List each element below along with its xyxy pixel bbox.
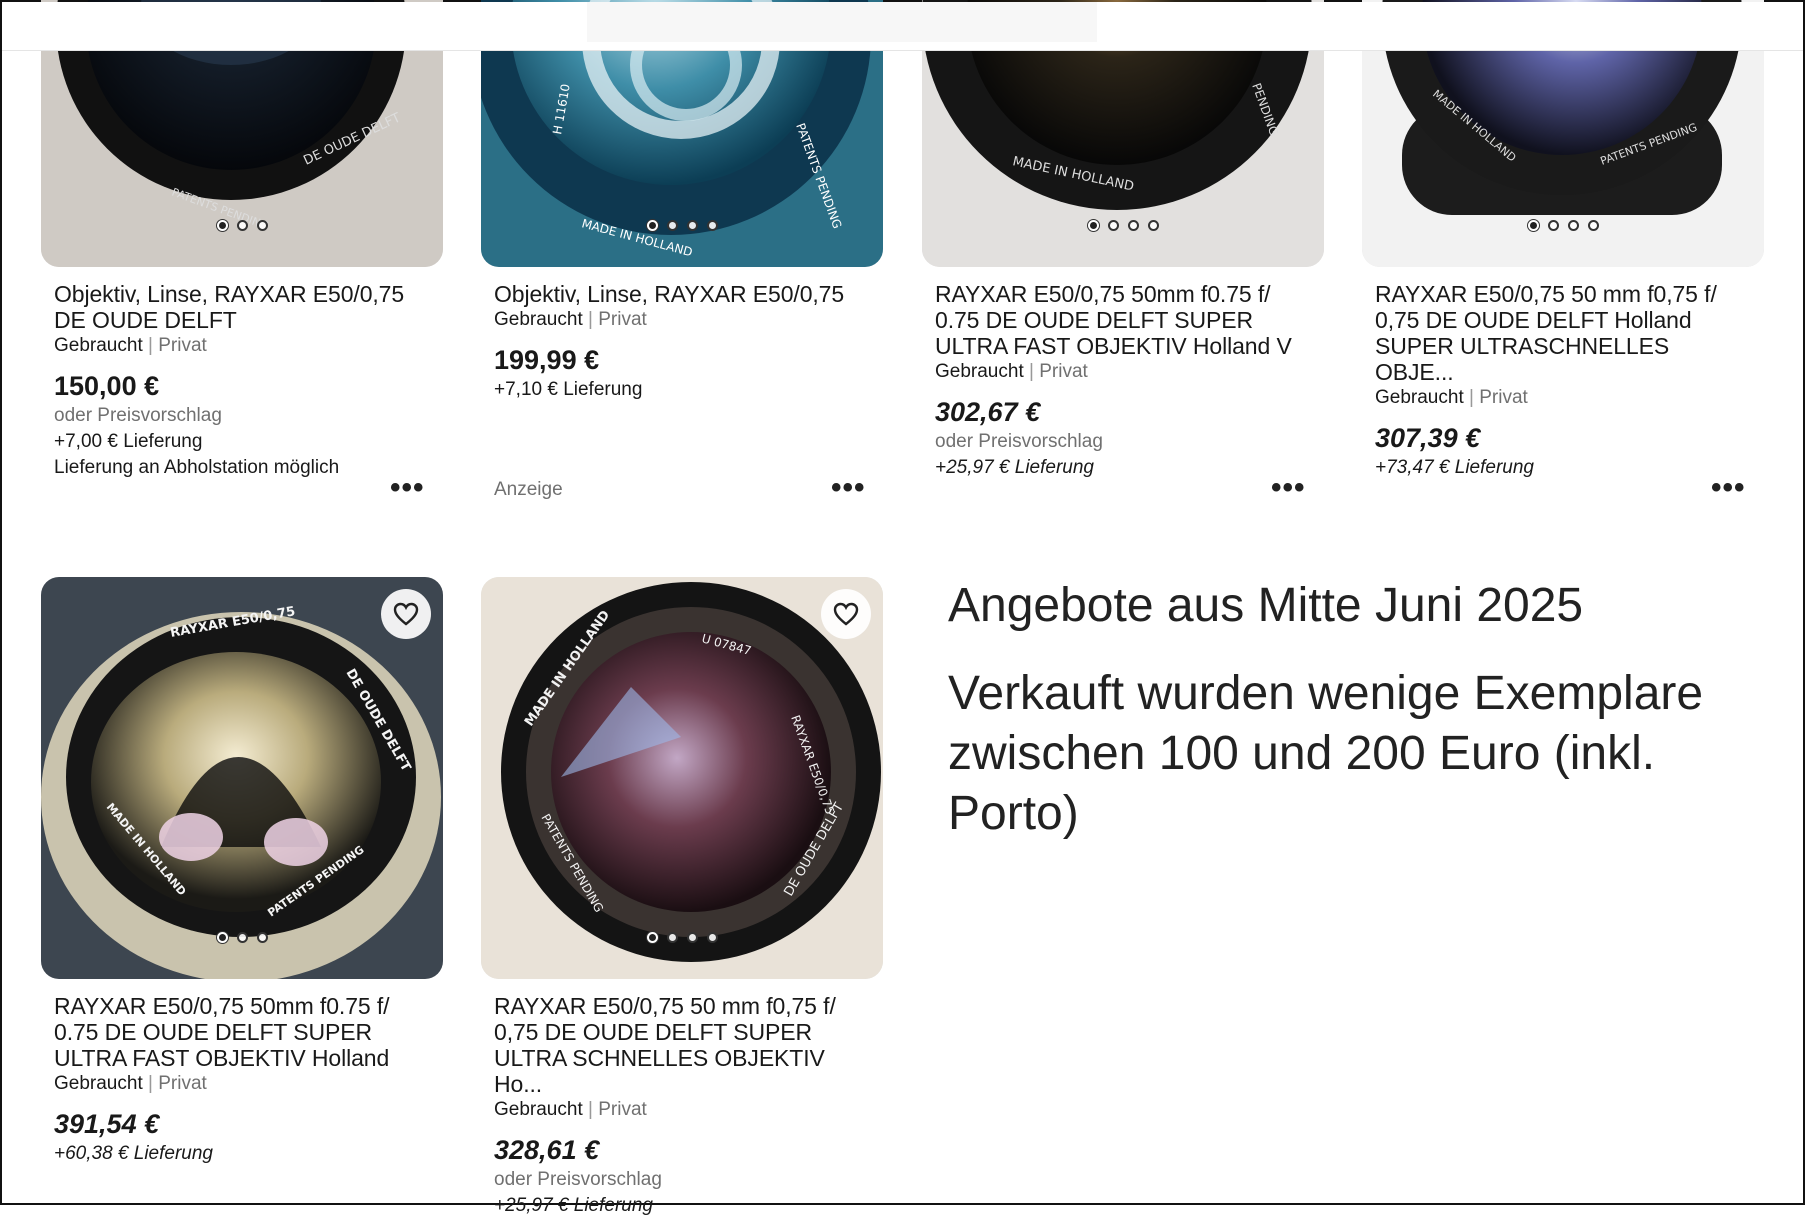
- lens-photo: RAYXAR E50/0,75 DE OUDE DELFT MADE IN HO…: [41, 577, 443, 979]
- shipping-text: +7,10 € Lieferung: [494, 379, 643, 400]
- more-options-icon[interactable]: •••: [831, 471, 866, 505]
- listing-card[interactable]: H 11610 PATENTS PENDING MADE IN HOLLAND …: [481, 0, 883, 403]
- listing-price: 199,99 €: [494, 345, 600, 375]
- search-bar-ghost: [587, 2, 1097, 42]
- listing-condition: Gebraucht | Privat: [935, 361, 1088, 382]
- lens-photo: MADE IN HOLLAND U 07847 RAYXAR E50/0,75 …: [481, 577, 883, 979]
- listing-title[interactable]: Objektiv, Linse, RAYXAR E50/0,75 DE OUDE…: [41, 281, 443, 333]
- carousel-dot[interactable]: [216, 932, 228, 943]
- listing-condition: Gebraucht | Privat: [54, 1073, 207, 1094]
- listing-title[interactable]: RAYXAR E50/0,75 50mm f0.75 f/ 0.75 DE OU…: [41, 993, 443, 1071]
- carousel-dot[interactable]: [236, 220, 248, 231]
- heart-icon: [393, 602, 419, 626]
- heart-icon: [833, 602, 859, 626]
- carousel-dot[interactable]: [256, 932, 268, 943]
- listing-title[interactable]: RAYXAR E50/0,75 50mm f0.75 f/ 0.75 DE OU…: [922, 281, 1324, 359]
- shipping-text: +73,47 € Lieferung: [1375, 457, 1534, 478]
- carousel-dot[interactable]: [1107, 220, 1119, 231]
- more-options-icon[interactable]: •••: [1711, 471, 1746, 505]
- carousel-dot[interactable]: [686, 932, 698, 943]
- carousel-dot[interactable]: [1147, 220, 1159, 231]
- image-carousel-dots[interactable]: [41, 932, 443, 943]
- carousel-dot[interactable]: [1127, 220, 1139, 231]
- carousel-dot[interactable]: [706, 220, 718, 231]
- carousel-dot[interactable]: [236, 932, 248, 943]
- listing-title[interactable]: RAYXAR E50/0,75 50 mm f0,75 f/ 0,75 DE O…: [481, 993, 883, 1097]
- listing-card[interactable]: MADE IN HOLLAND PATENTS PENDING RAYXAR E…: [1362, 0, 1764, 481]
- watch-heart-button[interactable]: [381, 589, 431, 639]
- carousel-dot[interactable]: [1527, 220, 1539, 231]
- listing-condition: Gebraucht | Privat: [54, 335, 207, 356]
- image-carousel-dots[interactable]: [481, 932, 883, 943]
- shipping-text: +25,97 € Lieferung: [494, 1195, 653, 1216]
- image-carousel-dots[interactable]: [41, 220, 443, 231]
- carousel-dot[interactable]: [666, 932, 678, 943]
- offer-text: oder Preisvorschlag: [494, 1169, 662, 1190]
- image-carousel-dots[interactable]: [481, 220, 883, 231]
- carousel-dot[interactable]: [646, 932, 658, 943]
- listing-image[interactable]: MADE IN HOLLAND U 07847 RAYXAR E50/0,75 …: [481, 577, 883, 979]
- listing-price: 328,61 €: [494, 1135, 600, 1165]
- listing-price: 391,54 €: [54, 1109, 160, 1139]
- more-options-icon[interactable]: •••: [390, 471, 425, 505]
- listing-card[interactable]: DE OUDE DELFT PATENTS PENDING Objektiv, …: [41, 0, 443, 481]
- carousel-dot[interactable]: [256, 220, 268, 231]
- shipping-text: +7,00 € Lieferung: [54, 431, 203, 452]
- carousel-dot[interactable]: [1567, 220, 1579, 231]
- carousel-dot[interactable]: [686, 220, 698, 231]
- carousel-dot[interactable]: [1087, 220, 1099, 231]
- carousel-dot[interactable]: [216, 220, 228, 231]
- listing-title[interactable]: RAYXAR E50/0,75 50 mm f0,75 f/ 0,75 DE O…: [1362, 281, 1764, 385]
- listing-price: 307,39 €: [1375, 423, 1481, 453]
- listing-card[interactable]: RAYXAR E50/0,75 DE OUDE DELFT MADE IN HO…: [41, 577, 443, 1167]
- listing-title[interactable]: Objektiv, Linse, RAYXAR E50/0,75: [481, 281, 883, 307]
- pickup-text: Lieferung an Abholstation möglich: [54, 457, 340, 478]
- ad-label: Anzeige: [494, 479, 563, 500]
- offer-text: oder Preisvorschlag: [54, 405, 222, 426]
- carousel-dot[interactable]: [1547, 220, 1559, 231]
- carousel-dot[interactable]: [666, 220, 678, 231]
- listing-price: 150,00 €: [54, 371, 160, 401]
- top-bar: [2, 2, 1803, 51]
- more-options-icon[interactable]: •••: [1271, 471, 1306, 505]
- annotation-title: Angebote aus Mitte Juni 2025: [948, 579, 1584, 632]
- carousel-dot[interactable]: [1587, 220, 1599, 231]
- annotation-text: Verkauft wurden wenige Exemplare zwische…: [948, 667, 1704, 840]
- offer-text: oder Preisvorschlag: [935, 431, 1103, 452]
- listing-condition: Gebraucht | Privat: [1375, 387, 1528, 408]
- listing-condition: Gebraucht | Privat: [494, 1099, 647, 1120]
- listing-card[interactable]: MADE IN HOLLAND U 07847 RAYXAR E50/0,75 …: [481, 577, 883, 1219]
- listing-condition: Gebraucht | Privat: [494, 309, 647, 330]
- shipping-text: +60,38 € Lieferung: [54, 1143, 213, 1164]
- listing-card[interactable]: MADE IN HOLLAND PENDING RAYXAR E50/0,75 …: [922, 0, 1324, 481]
- image-carousel-dots[interactable]: [1362, 220, 1764, 231]
- carousel-dot[interactable]: [706, 932, 718, 943]
- shipping-text: +25,97 € Lieferung: [935, 457, 1094, 478]
- listing-price: 302,67 €: [935, 397, 1041, 427]
- carousel-dot[interactable]: [646, 220, 658, 231]
- image-carousel-dots[interactable]: [922, 220, 1324, 231]
- watch-heart-button[interactable]: [821, 589, 871, 639]
- listing-image[interactable]: RAYXAR E50/0,75 DE OUDE DELFT MADE IN HO…: [41, 577, 443, 979]
